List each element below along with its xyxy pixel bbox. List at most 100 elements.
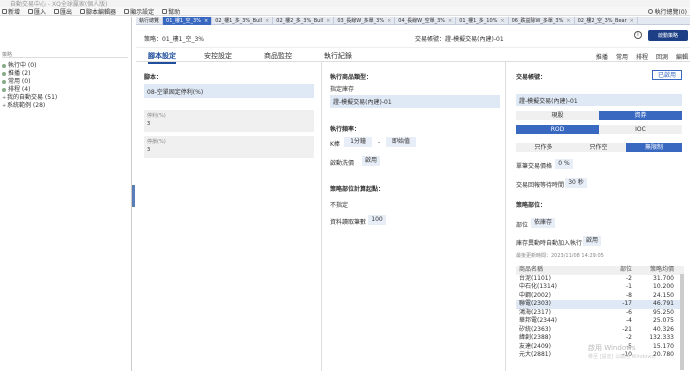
tab-strategy[interactable]: 03_長線W_多單_3% × [334, 17, 396, 25]
expand-icon[interactable]: + [2, 102, 6, 110]
trade-account-field[interactable]: 證-模擬交易(內建)-01 [516, 94, 682, 106]
sidebar-item-push[interactable]: 推播 (2) [2, 70, 57, 78]
avg-price-cell: 40.326 [653, 325, 674, 333]
strategy-search-input[interactable]: 策略 [2, 51, 128, 58]
product-type-title: 執行商品類型： [330, 74, 373, 81]
table-row[interactable]: 鴻海(2317) -6 95.250 [516, 309, 684, 318]
table-row[interactable]: 聯電(2303) -17 46.791 [516, 300, 684, 309]
close-icon[interactable]: × [387, 17, 391, 25]
running-icon [2, 64, 6, 68]
tab-product-monitor[interactable]: 商品監控 [264, 51, 292, 61]
tab-strategy[interactable]: 01_樓1_多_10% × [456, 17, 509, 25]
strategy-sidebar: 策略 執行中 (0) 推播 (2) 常用 (0) 排程 (4) + 我的自動交易 … [0, 17, 132, 371]
tab-safety-settings[interactable]: 安控設定 [204, 51, 232, 61]
schedule-button[interactable]: 排程 [636, 52, 648, 61]
table-row[interactable]: 華邦電(2344) -4 25.075 [516, 317, 684, 326]
new-button[interactable]: 新增 [2, 7, 20, 16]
script-editor-button[interactable]: 腳本編輯器 [80, 7, 116, 16]
tab-strategy[interactable]: 02_樓2_多_3%_Bull × [273, 17, 335, 25]
order-type-margin[interactable]: 資券 [599, 111, 682, 120]
expand-icon[interactable]: + [2, 94, 6, 102]
sidebar-item-schedule[interactable]: 排程 (4) [2, 86, 57, 94]
auto-add-toggle[interactable]: 啟用 [583, 236, 601, 246]
tab-strategy[interactable]: 01_樓1_空_3% × [163, 17, 213, 25]
position-select[interactable]: 依庫存 [531, 218, 555, 228]
help-button[interactable]: 幫助 [162, 7, 180, 16]
product-name-cell: 元大(2881) [519, 351, 551, 358]
order-cond-ioc[interactable]: IOC [599, 125, 682, 134]
position-cell: -21 [622, 325, 632, 333]
tab-strategy[interactable]: 06_跌益除W_多單_3% × [509, 17, 575, 25]
close-icon[interactable]: × [448, 17, 452, 25]
table-row[interactable]: 中石化(1314) -1 10.200 [516, 283, 684, 292]
tab-strategy[interactable]: 02_樓1_多_3%_Bull × [212, 17, 274, 25]
sidebar-item-running[interactable]: 執行中 (0) [2, 62, 57, 70]
tab-strategy[interactable]: 02_樓2_空_3%_Bear × [575, 17, 638, 25]
strategy-header: 策略：01_樓1_空_3% 交易帳號：證-模擬交易(內建)-01 i 啟動策略 [136, 26, 690, 48]
tab-overview[interactable]: 執行總覽 [136, 17, 164, 25]
panel-splitter[interactable] [132, 185, 135, 207]
close-icon[interactable]: × [326, 17, 330, 25]
backtest-button[interactable]: 回測 [656, 52, 668, 61]
calendar-icon [2, 88, 6, 92]
tab-strategy[interactable]: 04_長線W_空單_3% × [395, 17, 457, 25]
position-label: 部位 [516, 222, 529, 229]
info-icon[interactable]: i [634, 31, 642, 39]
gear-icon [647, 9, 653, 14]
side-unlimited[interactable]: 無限制 [626, 143, 682, 152]
frequency-mode-select[interactable]: 即始值 [386, 137, 416, 147]
star-icon [2, 80, 6, 84]
editor-icon [80, 8, 86, 14]
position-cell: -2 [626, 274, 632, 282]
edit-button[interactable]: 編輯 [676, 52, 688, 61]
avg-price-cell: 25.075 [653, 317, 674, 324]
order-type-cash[interactable]: 現股 [516, 111, 599, 120]
param-stop-loss[interactable]: 停損(%) 3 [144, 136, 314, 158]
account-enabled-button[interactable]: 已啟用 [652, 70, 682, 80]
data-count-input[interactable]: 100 [368, 215, 386, 225]
windows-activation-hint: 移至 [設定] 以啟用 Windows。 [588, 354, 659, 360]
export-button[interactable]: 匯出 [54, 7, 72, 16]
auto-add-label: 庫存異動時自動加入執行 [516, 240, 583, 247]
table-row[interactable]: 緯創(2388) -2 132.333 [516, 334, 684, 343]
sidebar-item-favorite[interactable]: 常用 (0) [2, 78, 57, 86]
position-start-value[interactable]: 不指定 [330, 200, 348, 209]
help-icon [162, 8, 168, 14]
product-type-value[interactable]: 指定庫存 [330, 84, 354, 93]
close-icon[interactable]: × [204, 17, 208, 25]
execution-overview-button[interactable]: 執行總覽(0) [647, 7, 687, 16]
favorite-button[interactable]: 常用 [616, 52, 628, 61]
table-scrollbar[interactable] [680, 274, 684, 370]
tab-execution-log[interactable]: 執行紀錄 [324, 51, 352, 61]
sidebar-item-my-trades[interactable]: + 我的自動交易 (51) [2, 94, 57, 102]
order-cond-rod[interactable]: ROD [516, 125, 599, 134]
strategy-position-title: 策略部位： [516, 202, 547, 209]
import-icon [28, 8, 34, 14]
close-icon[interactable]: × [566, 17, 570, 25]
param-take-profit[interactable]: 停利(%) 3 [144, 110, 314, 132]
push-button[interactable]: 推播 [596, 52, 608, 61]
frequency-title: 執行頻率： [330, 126, 361, 133]
close-icon[interactable]: × [500, 17, 504, 25]
display-settings-button[interactable]: 顯示設定 [124, 7, 154, 16]
close-icon[interactable]: × [265, 17, 269, 25]
product-name-cell: 華邦電(2344) [519, 317, 557, 324]
table-row[interactable]: 中鋼(2002) -8 24.150 [516, 292, 684, 301]
interval-input[interactable]: 30 秒 [565, 178, 587, 188]
backfill-toggle[interactable]: 啟用 [362, 156, 380, 166]
product-account-field[interactable]: 證-模擬交易(內建)-01 [330, 95, 500, 108]
fee-input[interactable]: 0 % [555, 159, 573, 169]
script-selector[interactable]: 08-空單固定停利(%) [144, 84, 314, 98]
import-button[interactable]: 匯入 [28, 7, 46, 16]
side-long-only[interactable]: 只作多 [516, 143, 571, 152]
product-name-cell: 中石化(1314) [519, 283, 557, 290]
fee-label: 單筆交易價格 [516, 163, 553, 170]
side-short-only[interactable]: 只作空 [571, 143, 626, 152]
table-row[interactable]: 矽統(2363) -21 40.326 [516, 326, 684, 335]
frequency-period-select[interactable]: 1分鐘 [344, 137, 372, 147]
table-header: 商品名稱 部位 策略均價 [516, 266, 684, 275]
close-icon[interactable]: × [630, 17, 634, 25]
start-strategy-button[interactable]: 啟動策略 [648, 30, 688, 41]
sidebar-item-system-examples[interactable]: + 系統範例 (28) [2, 102, 57, 110]
table-row[interactable]: 台泥(1101) -2 31.700 [516, 275, 684, 284]
